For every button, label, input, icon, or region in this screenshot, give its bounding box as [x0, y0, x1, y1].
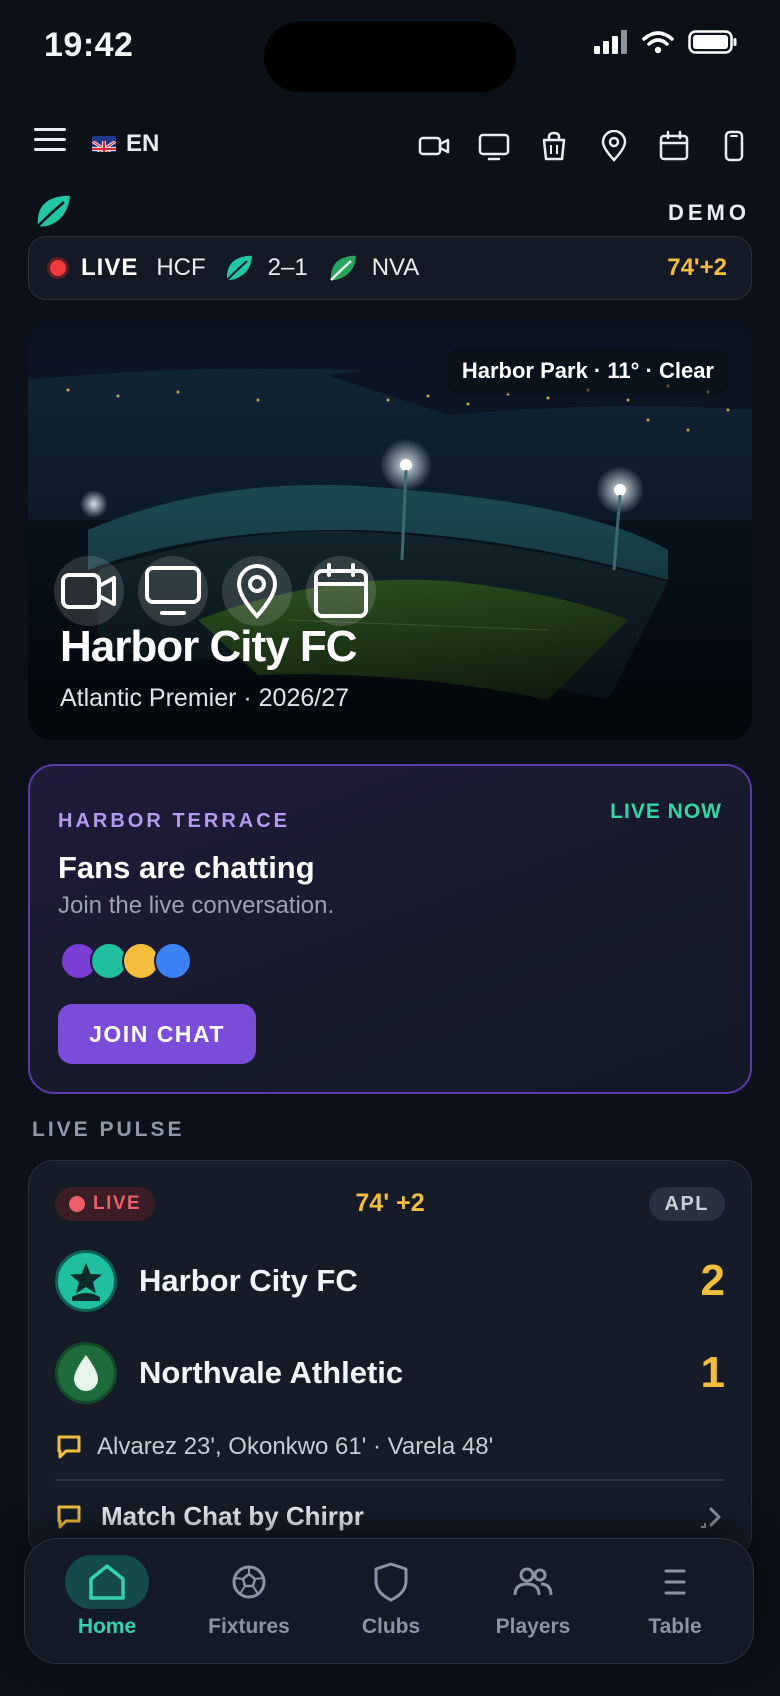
location-pin-icon	[236, 564, 278, 619]
chevron-right-icon	[701, 1507, 721, 1528]
chat-subtitle: Join the live conversation.	[58, 892, 335, 919]
ticker-home-team: HCF	[156, 254, 206, 281]
language-label: EN	[126, 130, 160, 157]
away-team-crest	[55, 1342, 117, 1404]
nav-clubs-icon-wrap	[349, 1555, 433, 1609]
users-icon	[513, 1567, 553, 1596]
battery-icon	[688, 30, 737, 54]
club-league-season: Atlantic Premier · 2026/27	[60, 684, 350, 712]
live-match-card[interactable]: LIVE 74' +2 APL Harbor City FC 2 Northva…	[28, 1160, 752, 1560]
ticker-clock: 74'+2	[667, 254, 727, 281]
away-team-row[interactable]: Northvale Athletic 1	[55, 1341, 725, 1405]
monitor-icon[interactable]	[478, 130, 510, 162]
nav-table-icon-wrap	[633, 1555, 717, 1609]
ball-icon	[232, 1565, 266, 1599]
status-bar: 19:42	[0, 0, 780, 100]
brand-row: DEMO	[30, 192, 750, 232]
chat-bubble-icon	[57, 1505, 81, 1528]
status-icons	[594, 30, 738, 54]
join-chat-button[interactable]: JOIN CHAT	[58, 1004, 256, 1064]
chat-eyebrow: HARBOR TERRACE	[58, 810, 290, 832]
chat-bubble-icon	[57, 1435, 81, 1459]
nav-players[interactable]: Players	[463, 1555, 603, 1651]
bottom-nav: Home Fixtures Clubs Players Table	[24, 1538, 754, 1664]
home-team-score: 2	[700, 1256, 725, 1305]
nav-home-icon-wrap	[65, 1555, 149, 1609]
video-icon	[61, 573, 116, 609]
home-icon	[89, 1564, 125, 1600]
nav-table-label: Table	[648, 1615, 702, 1638]
signal-icon	[594, 30, 627, 54]
calendar-icon	[314, 563, 368, 618]
live-dot-icon	[47, 257, 69, 279]
uk-flag-icon	[92, 136, 116, 152]
goal-scorers-text: Alvarez 23', Okonkwo 61' · Varela 48'	[97, 1433, 494, 1460]
top-toolbar: EN	[0, 118, 780, 174]
shield-icon	[374, 1562, 408, 1602]
home-crest-leaf-icon	[225, 255, 252, 281]
fan-chat-card: HARBOR TERRACE LIVE NOW Fans are chattin…	[28, 764, 752, 1094]
away-team-name: Northvale Athletic	[139, 1355, 404, 1390]
away-crest-leaf-icon	[329, 255, 356, 281]
wifi-icon	[642, 31, 674, 54]
droplet-crest-icon	[74, 1355, 98, 1391]
league-badge: APL	[648, 1187, 725, 1221]
hero-quick-actions	[54, 556, 376, 626]
calendar-icon[interactable]	[658, 130, 690, 162]
nav-clubs[interactable]: Clubs	[321, 1555, 461, 1651]
ticker-score: 2–1	[267, 254, 308, 281]
list-icon	[664, 1569, 686, 1595]
match-chat-label: Match Chat by Chirpr	[101, 1501, 364, 1531]
home-team-row[interactable]: Harbor City FC 2	[55, 1249, 725, 1313]
toolbar-icons	[418, 130, 750, 162]
hero-calendar-button[interactable]	[306, 556, 376, 626]
menu-button[interactable]	[34, 128, 66, 156]
nav-home-label: Home	[77, 1615, 137, 1638]
video-icon[interactable]	[418, 130, 450, 162]
chat-title: Fans are chatting	[58, 850, 315, 885]
nav-table[interactable]: Table	[605, 1555, 745, 1651]
menu-icon-bar	[34, 148, 66, 151]
hero-video-button[interactable]	[54, 556, 124, 626]
avatar	[154, 942, 192, 980]
ticker-away-team: NVA	[371, 254, 420, 281]
nav-fixtures-icon-wrap	[207, 1555, 291, 1609]
ticker-live-label: LIVE	[81, 254, 139, 281]
dynamic-island	[264, 22, 516, 92]
language-selector[interactable]: EN	[92, 130, 159, 158]
match-clock: 74' +2	[355, 1189, 425, 1217]
nav-home[interactable]: Home	[37, 1555, 177, 1651]
nav-fixtures-label: Fixtures	[208, 1615, 290, 1638]
nav-fixtures[interactable]: Fixtures	[179, 1555, 319, 1651]
nav-players-label: Players	[495, 1615, 571, 1638]
monitor-icon	[145, 566, 201, 615]
club-hero[interactable]: Harbor Park · 11° · Clear Harbor City FC…	[28, 320, 752, 740]
status-time: 19:42	[44, 26, 134, 64]
away-team-score: 1	[700, 1348, 725, 1397]
shopping-bag-icon[interactable]	[538, 130, 570, 162]
menu-icon-bar	[34, 128, 66, 131]
hero-location-button[interactable]	[222, 556, 292, 626]
phone-icon[interactable]	[718, 130, 750, 162]
nav-players-icon-wrap	[491, 1555, 575, 1609]
hero-monitor-button[interactable]	[138, 556, 208, 626]
divider	[55, 1479, 725, 1481]
goal-scorers: Alvarez 23', Okonkwo 61' · Varela 48'	[55, 1433, 493, 1461]
weather-badge: Harbor Park · 11° · Clear	[447, 348, 728, 394]
star-crest-icon	[70, 1263, 102, 1301]
live-pulse-heading: LIVE PULSE	[32, 1118, 185, 1141]
live-ticker[interactable]: LIVE HCF 2–1 NVA 74'+2	[28, 236, 752, 300]
brand-leaf-logo	[37, 195, 70, 227]
nav-clubs-label: Clubs	[361, 1615, 421, 1638]
club-name: Harbor City FC	[60, 622, 357, 671]
demo-badge: DEMO	[668, 200, 750, 225]
location-pin-icon[interactable]	[598, 130, 630, 162]
menu-icon-bar	[34, 138, 66, 141]
home-team-crest	[55, 1250, 117, 1312]
live-now-label: LIVE NOW	[610, 800, 722, 823]
home-team-name: Harbor City FC	[139, 1263, 358, 1298]
match-chat-link[interactable]: Match Chat by Chirpr	[55, 1501, 725, 1532]
